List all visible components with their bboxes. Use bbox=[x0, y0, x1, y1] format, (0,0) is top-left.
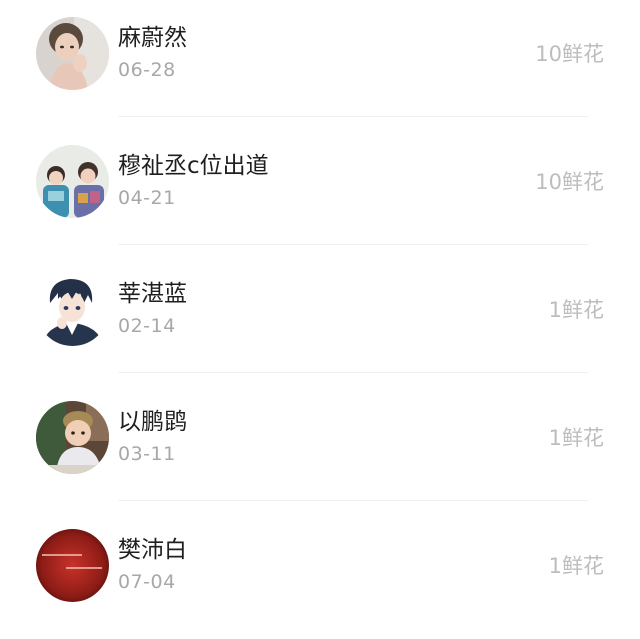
list-item[interactable]: 莘湛蓝 02-14 1鲜花 bbox=[0, 246, 640, 374]
contact-name: 樊沛白 bbox=[118, 537, 187, 563]
flower-count: 10鲜花 bbox=[535, 170, 604, 194]
contact-date: 04-21 bbox=[118, 187, 176, 209]
contact-name: 莘湛蓝 bbox=[118, 281, 187, 307]
list-item[interactable]: 樊沛白 07-04 1鲜花 bbox=[0, 502, 640, 630]
avatar[interactable] bbox=[36, 401, 109, 474]
divider bbox=[118, 372, 588, 373]
girl-portrait-avatar-icon bbox=[36, 17, 109, 90]
divider bbox=[118, 244, 588, 245]
contact-date: 07-04 bbox=[118, 571, 176, 593]
contact-date: 03-11 bbox=[118, 443, 176, 465]
avatar[interactable] bbox=[36, 145, 109, 218]
contact-name: 以鹏鹍 bbox=[118, 409, 187, 435]
anime-boy-avatar-icon bbox=[36, 273, 109, 346]
contact-date: 02-14 bbox=[118, 315, 176, 337]
baby-photo-avatar-icon bbox=[36, 401, 109, 474]
flower-count: 1鲜花 bbox=[548, 426, 604, 450]
flower-count: 1鲜花 bbox=[548, 298, 604, 322]
contact-date: 06-28 bbox=[118, 59, 176, 81]
red-text-avatar-icon bbox=[36, 529, 109, 602]
divider bbox=[118, 116, 588, 117]
list-item[interactable]: 穆祉丞c位出道 04-21 10鲜花 bbox=[0, 118, 640, 246]
contact-name: 麻蔚然 bbox=[118, 25, 187, 51]
flower-ranking-list: 麻蔚然 06-28 10鲜花 穆祉丞c位出道 04-21 10鲜花 莘湛蓝 02… bbox=[0, 0, 640, 639]
divider bbox=[118, 500, 588, 501]
list-item[interactable]: 以鹏鹍 03-11 1鲜花 bbox=[0, 374, 640, 502]
avatar[interactable] bbox=[36, 529, 109, 602]
flower-count: 10鲜花 bbox=[535, 42, 604, 66]
avatar[interactable] bbox=[36, 273, 109, 346]
two-kids-avatar-icon bbox=[36, 145, 109, 218]
flower-count: 1鲜花 bbox=[548, 554, 604, 578]
avatar[interactable] bbox=[36, 17, 109, 90]
list-item[interactable]: 麻蔚然 06-28 10鲜花 bbox=[0, 0, 640, 118]
contact-name: 穆祉丞c位出道 bbox=[118, 153, 269, 179]
